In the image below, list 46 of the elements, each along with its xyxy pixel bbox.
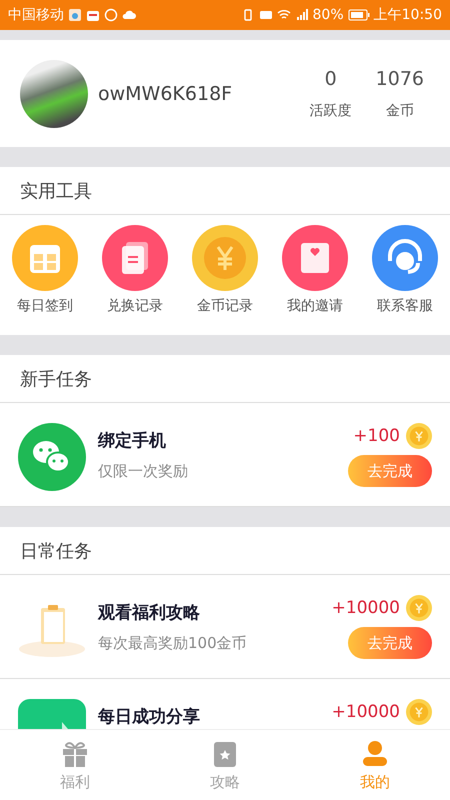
cloud-icon bbox=[122, 8, 136, 22]
task-title: 绑定手机 bbox=[98, 430, 167, 452]
tool-label: 联系客服 bbox=[377, 297, 433, 315]
app-notification-icon bbox=[68, 8, 82, 22]
tab[interactable]: 攻略 bbox=[150, 730, 300, 800]
complete-button[interactable]: 去完成 bbox=[348, 627, 432, 659]
envelope-icon[interactable] bbox=[282, 225, 348, 291]
coin-icon[interactable] bbox=[192, 225, 258, 291]
reward-amount: +10000 bbox=[332, 702, 400, 722]
section-title: 实用工具 bbox=[0, 167, 450, 215]
task-title: 每日成功分享 bbox=[98, 706, 201, 728]
coin-icon bbox=[406, 423, 432, 449]
section-title: 日常任务 bbox=[0, 527, 450, 575]
person-icon bbox=[360, 738, 390, 768]
tool-label: 兑换记录 bbox=[107, 297, 163, 315]
complete-button[interactable]: 去完成 bbox=[348, 455, 432, 487]
section-title: 新手任务 bbox=[0, 355, 450, 403]
signal-icon bbox=[294, 8, 309, 22]
document-icon[interactable] bbox=[102, 225, 168, 291]
calendar-icon[interactable] bbox=[12, 225, 78, 291]
briefcase-icon bbox=[86, 8, 100, 22]
headset-icon[interactable] bbox=[372, 225, 438, 291]
stat-value: 0 bbox=[324, 68, 337, 90]
coin-icon bbox=[406, 699, 432, 725]
tab[interactable]: 福利 bbox=[0, 730, 150, 800]
task-description: 每次最高奖励100金币 bbox=[98, 634, 248, 653]
tool-label: 每日签到 bbox=[17, 297, 73, 315]
stat-label: 活跃度 bbox=[310, 102, 352, 120]
clock: 上午10:50 bbox=[374, 6, 442, 24]
battery-icon bbox=[348, 9, 370, 21]
battery-percent: 80% bbox=[312, 7, 344, 23]
task-title: 观看福利攻略 bbox=[98, 602, 201, 624]
hd-icon bbox=[258, 8, 273, 22]
tab[interactable]: 我的 bbox=[300, 730, 450, 800]
stat-value: 1076 bbox=[376, 68, 424, 90]
username: owMW6K618F bbox=[98, 82, 234, 104]
task-description: 仅限一次奖励 bbox=[98, 462, 189, 481]
globe-icon bbox=[104, 8, 118, 22]
reward-amount: +100 bbox=[353, 426, 400, 446]
stat-label: 金币 bbox=[386, 102, 414, 120]
tool-label: 金币记录 bbox=[197, 297, 253, 315]
reward-amount: +10000 bbox=[332, 598, 400, 618]
tool-label: 我的邀请 bbox=[287, 297, 343, 315]
coin-icon bbox=[406, 595, 432, 621]
carrier-name: 中国移动 bbox=[8, 6, 64, 24]
chat-bubbles-icon bbox=[18, 423, 86, 491]
